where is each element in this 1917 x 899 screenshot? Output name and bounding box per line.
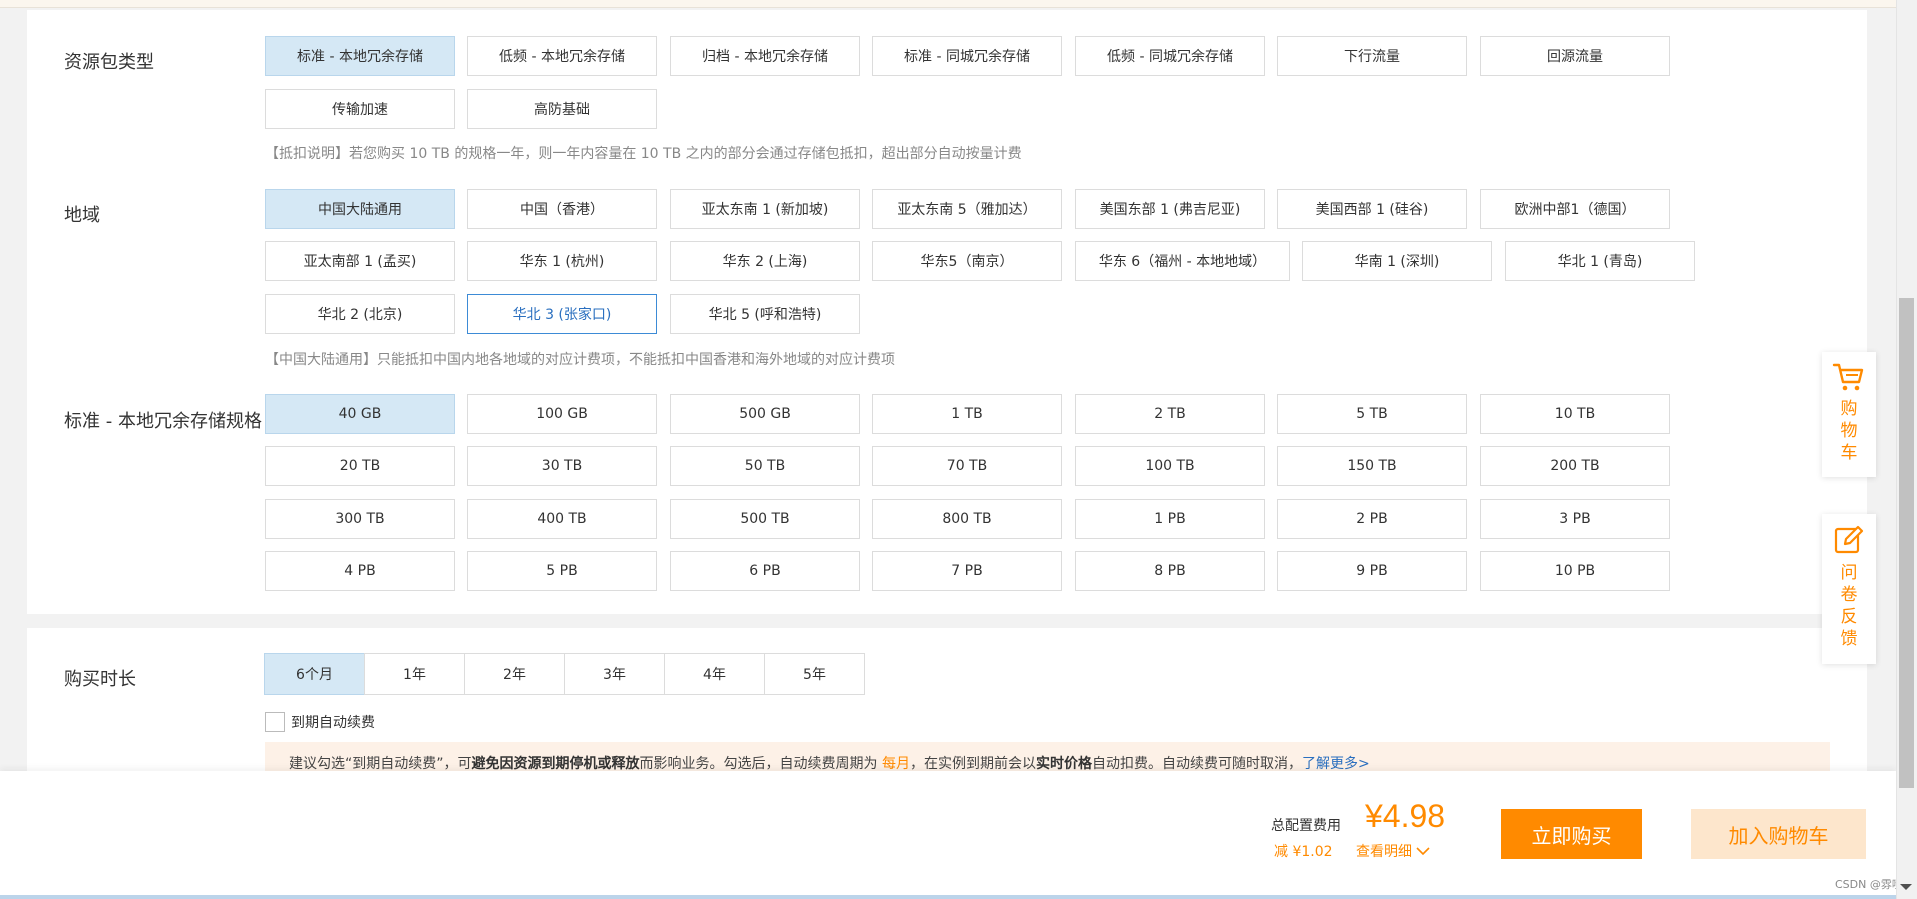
scrollbar-thumb[interactable] [1899,298,1914,788]
duration-option[interactable]: 2年 [464,653,565,695]
tip-text: 建议勾选“到期自动续费”，可 [289,756,472,772]
region-option[interactable]: 华北 2 (北京) [265,294,455,334]
side-cart-label: 购物车 [1840,399,1858,463]
package-type-option[interactable]: 归档 - 本地冗余存储 [670,36,860,76]
top-edge [0,0,1917,8]
deduction-note: 【抵扣说明】若您购买 10 TB 的规格一年，则一年内容量在 10 TB 之内的… [265,146,1022,162]
region-option[interactable]: 亚太南部 1 (孟买) [265,241,455,281]
duration-option[interactable]: 4年 [664,653,765,695]
package-type-option[interactable]: 低频 - 同城冗余存储 [1075,36,1265,76]
package-type-option[interactable]: 回源流量 [1480,36,1670,76]
region-option[interactable]: 欧洲中部1（德国） [1480,189,1670,229]
learn-more-link[interactable]: 了解更多> [1302,756,1370,772]
region-option[interactable]: 华北 5 (呼和浩特) [670,294,860,334]
spec-option[interactable]: 10 PB [1480,551,1670,591]
spec-label: 标准 - 本地冗余存储规格 [64,411,262,432]
scroll-down-arrow-icon[interactable] [1900,884,1912,890]
region-option[interactable]: 中国大陆通用 [265,189,455,229]
package-type-option[interactable]: 传输加速 [265,89,455,129]
spec-option[interactable]: 10 TB [1480,394,1670,434]
spec-option[interactable]: 1 TB [872,394,1062,434]
package-type-option[interactable]: 下行流量 [1277,36,1467,76]
auto-renew-label: 到期自动续费 [291,715,375,731]
buy-now-button[interactable]: 立即购买 [1501,809,1642,859]
region-option[interactable]: 华东 1 (杭州) [467,241,657,281]
footer-edge [0,895,1896,899]
auto-renew-checkbox[interactable] [265,712,285,732]
spec-option[interactable]: 100 GB [467,394,657,434]
spec-option[interactable]: 30 TB [467,446,657,486]
duration-label: 购买时长 [64,669,136,690]
side-feedback-label: 问卷反馈 [1840,563,1858,649]
spec-option[interactable]: 400 TB [467,499,657,539]
region-option[interactable]: 中国（香港） [467,189,657,229]
region-option[interactable]: 美国东部 1 (弗吉尼亚) [1075,189,1265,229]
spec-option[interactable]: 5 TB [1277,394,1467,434]
duration-option[interactable]: 6个月 [264,653,365,695]
tip-bold-price: 实时价格 [1035,756,1092,772]
duration-option[interactable]: 5年 [764,653,865,695]
package-type-option[interactable]: 标准 - 同城冗余存储 [872,36,1062,76]
region-option[interactable]: 美国西部 1 (硅谷) [1277,189,1467,229]
spec-option[interactable]: 500 TB [670,499,860,539]
region-option[interactable]: 华东 2 (上海) [670,241,860,281]
side-feedback-tab[interactable]: 问卷反馈 [1822,514,1876,664]
region-option[interactable]: 亚太东南 1 (新加坡) [670,189,860,229]
spec-option[interactable]: 3 PB [1480,499,1670,539]
spec-option[interactable]: 100 TB [1075,446,1265,486]
package-type-label: 资源包类型 [64,52,154,73]
region-option[interactable]: 华南 1 (深圳) [1302,241,1492,281]
region-option[interactable]: 华东5（南京） [872,241,1062,281]
spec-option[interactable]: 40 GB [265,394,455,434]
tip-monthly: 每月 [881,756,910,772]
cart-icon [1832,363,1864,391]
watermark: CSDN @雰哑 [1835,878,1903,891]
auto-renew[interactable]: 到期自动续费 [265,712,375,732]
spec-option[interactable]: 7 PB [872,551,1062,591]
tip-text: 自动扣费。自动续费可随时取消， [1091,756,1302,772]
edit-icon [1834,525,1864,554]
package-type-option[interactable]: 高防基础 [467,89,657,129]
spec-option[interactable]: 50 TB [670,446,860,486]
duration-option[interactable]: 1年 [364,653,465,695]
duration-option[interactable]: 3年 [564,653,665,695]
tip-bold-avoid: 避免因资源到期停机或释放 [471,756,640,772]
spec-option[interactable]: 2 PB [1277,499,1467,539]
view-detail-label: 查看明细 [1356,844,1412,860]
side-cart-tab[interactable]: 购物车 [1822,352,1876,477]
spec-option[interactable]: 6 PB [670,551,860,591]
discount-amount: 减 ¥1.02 [1274,844,1333,860]
spec-option[interactable]: 4 PB [265,551,455,591]
view-detail-link[interactable]: 查看明细 [1356,841,1430,861]
package-type-option[interactable]: 低频 - 本地冗余存储 [467,36,657,76]
total-price: ¥4.98 [1365,798,1446,834]
region-option[interactable]: 华北 3 (张家口) [467,294,657,334]
spec-option[interactable]: 150 TB [1277,446,1467,486]
spec-option[interactable]: 200 TB [1480,446,1670,486]
region-note: 【中国大陆通用】只能抵扣中国内地各地域的对应计费项，不能抵扣中国香港和海外地域的… [265,352,895,368]
spec-option[interactable]: 20 TB [265,446,455,486]
spec-option[interactable]: 500 GB [670,394,860,434]
spec-option[interactable]: 5 PB [467,551,657,591]
add-to-cart-button[interactable]: 加入购物车 [1691,809,1866,859]
package-type-option[interactable]: 标准 - 本地冗余存储 [265,36,455,76]
spec-option[interactable]: 2 TB [1075,394,1265,434]
region-option[interactable]: 亚太东南 5（雅加达） [872,189,1062,229]
spec-option[interactable]: 1 PB [1075,499,1265,539]
spec-option[interactable]: 300 TB [265,499,455,539]
total-cost-label: 总配置费用 [1271,818,1341,834]
region-option[interactable]: 华北 1 (青岛) [1505,241,1695,281]
tip-text: 而影响业务。勾选后，自动续费周期为 [639,756,882,772]
tip-text: ，在实例到期前会以 [909,756,1036,772]
chevron-down-icon [1416,846,1430,855]
spec-option[interactable]: 800 TB [872,499,1062,539]
duration-options: 6个月 1年 2年 3年 4年 5年 [264,653,865,695]
region-option[interactable]: 华东 6（福州 - 本地地域） [1075,241,1290,281]
region-label: 地域 [64,205,100,226]
spec-option[interactable]: 8 PB [1075,551,1265,591]
spec-option[interactable]: 9 PB [1277,551,1467,591]
spec-option[interactable]: 70 TB [872,446,1062,486]
